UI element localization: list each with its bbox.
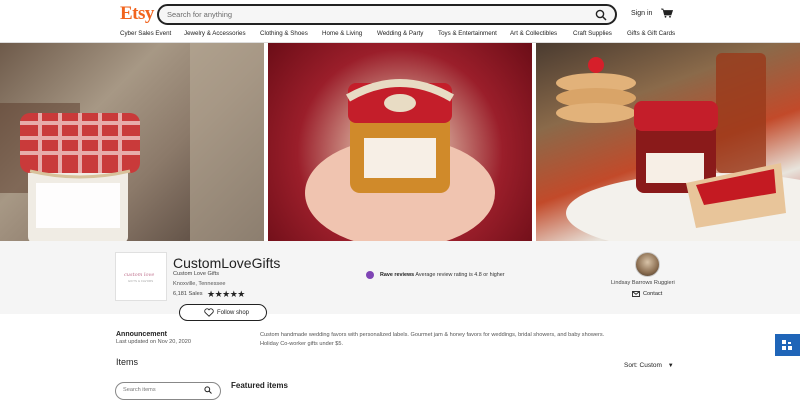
heart-icon xyxy=(204,308,214,317)
items-title: Items xyxy=(116,357,139,367)
banner-image-1 xyxy=(0,43,264,241)
nav-item-gifts[interactable]: Gifts & Gift Cards xyxy=(627,30,675,37)
sort-dropdown[interactable]: Sort: Custom ▼ xyxy=(624,362,674,369)
shop-logo-text: custom love xyxy=(124,272,155,278)
search-icon[interactable] xyxy=(204,386,212,394)
shop-subtitle: Custom Love Gifts xyxy=(173,271,220,277)
shop-logo[interactable]: custom love GIFTS & FAVORS xyxy=(115,252,167,301)
sign-in-link[interactable]: Sign in xyxy=(631,10,652,17)
rave-reviews: Rave reviews Average review rating is 4.… xyxy=(380,272,505,278)
items-search[interactable] xyxy=(115,382,221,400)
nav-item-art[interactable]: Art & Collectibles xyxy=(510,30,557,37)
contact-label: Contact xyxy=(643,291,663,297)
etsy-logo[interactable]: Etsy xyxy=(120,3,154,25)
nav-item-toys[interactable]: Toys & Entertainment xyxy=(438,30,497,37)
nav-item-wedding[interactable]: Wedding & Party xyxy=(377,30,423,37)
search-bar[interactable] xyxy=(157,4,617,25)
owner-avatar[interactable] xyxy=(635,252,660,277)
rave-reviews-title: Rave reviews xyxy=(380,272,415,278)
nav-item-cyber-sales[interactable]: Cyber Sales Event xyxy=(120,30,171,37)
category-nav: Cyber Sales Event Jewelry & Accessories … xyxy=(0,30,800,42)
shop-logo-subtext: GIFTS & FAVORS xyxy=(128,280,154,283)
rave-reviews-icon xyxy=(366,271,374,279)
items-search-input[interactable] xyxy=(123,386,203,394)
nav-item-clothing[interactable]: Clothing & Shoes xyxy=(260,30,308,37)
follow-shop-label: Follow shop xyxy=(217,310,250,316)
nav-item-home[interactable]: Home & Living xyxy=(322,30,362,37)
feedback-button[interactable] xyxy=(775,334,800,356)
site-header: Etsy Sign in xyxy=(0,0,800,28)
shop-sales[interactable]: 6,181 Sales xyxy=(173,291,203,297)
rave-reviews-text: Average review rating is 4.8 or higher xyxy=(415,272,505,278)
announcement-date: Last updated on Nov 20, 2020 xyxy=(116,339,191,345)
shop-name: CustomLoveGifts xyxy=(173,255,281,271)
banner-image-2 xyxy=(268,43,532,241)
grid-icon xyxy=(782,340,792,350)
featured-items-title: Featured items xyxy=(231,381,288,390)
search-input[interactable] xyxy=(167,7,587,22)
owner-name[interactable]: Lindsay Barrows Ruggieri xyxy=(611,280,675,286)
follow-shop-button[interactable]: Follow shop xyxy=(179,304,267,321)
shop-location: Knoxville, Tennessee xyxy=(173,281,226,287)
cart-icon[interactable] xyxy=(661,8,673,18)
chevron-down-icon: ▼ xyxy=(667,363,674,369)
rating-stars[interactable]: ★★★★★ xyxy=(207,289,245,300)
search-icon[interactable] xyxy=(595,9,607,21)
nav-item-craft[interactable]: Craft Supplies xyxy=(573,30,612,37)
announcement-title: Announcement xyxy=(116,331,167,338)
banner-image-3 xyxy=(536,43,800,241)
announcement-text: Custom handmade wedding favors with pers… xyxy=(260,332,605,347)
nav-item-jewelry[interactable]: Jewelry & Accessories xyxy=(184,30,246,37)
mail-icon xyxy=(632,291,640,297)
sort-label: Sort: Custom xyxy=(624,362,662,369)
